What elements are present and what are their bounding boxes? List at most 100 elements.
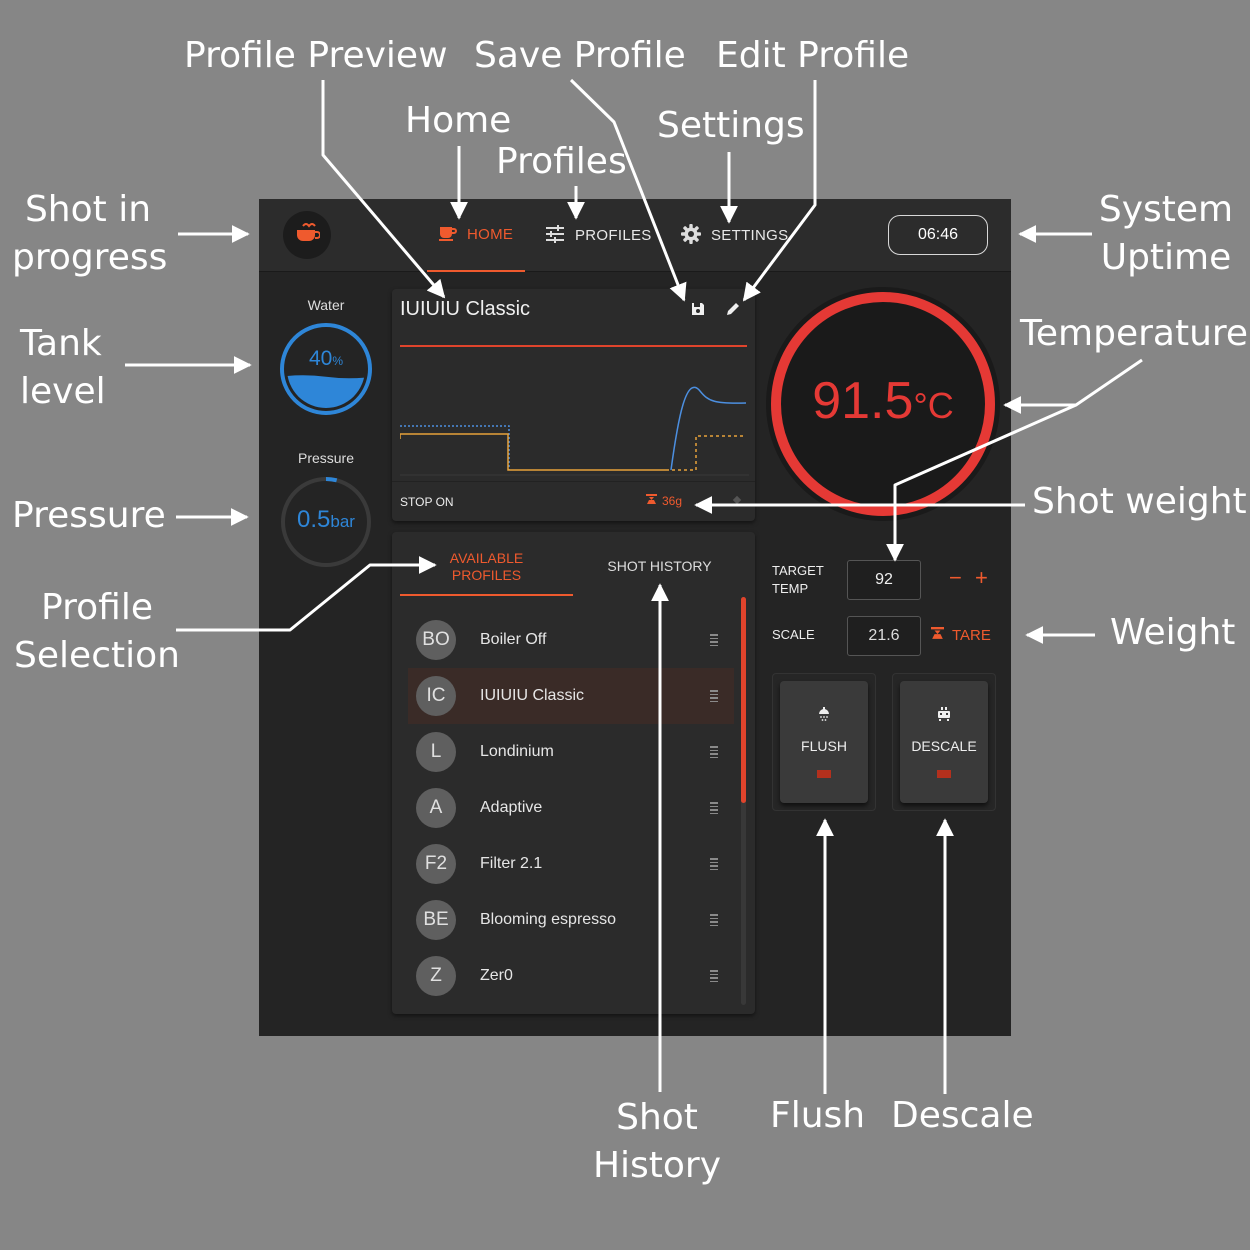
- water-gauge-label: Water: [307, 297, 345, 313]
- tab-settings[interactable]: SETTINGS: [681, 199, 788, 272]
- descale-button-label: DESCALE: [911, 738, 977, 754]
- arrow-temperature: [1003, 358, 1143, 414]
- flush-button-label: FLUSH: [801, 738, 847, 754]
- drag-handle-icon[interactable]: [710, 858, 718, 870]
- callout-profile-selection-line1: Profile: [41, 587, 153, 628]
- drag-handle-icon[interactable]: [710, 914, 718, 926]
- profile-list-item[interactable]: BE Blooming espresso: [408, 892, 734, 948]
- callout-shot-history-line2: History: [592, 1145, 722, 1186]
- pressure-dashed-line: [666, 435, 746, 471]
- profile-list-item[interactable]: A Adaptive: [408, 780, 734, 836]
- profile-preview-card: IUIUIU Classic STOP ON 36g: [392, 289, 755, 521]
- flush-panel: FLUSH: [772, 673, 876, 811]
- tab-shot-history[interactable]: SHOT HISTORY: [573, 558, 746, 574]
- stop-on-label: STOP ON: [400, 495, 454, 509]
- profile-list-item[interactable]: F2 Filter 2.1: [408, 836, 734, 892]
- callout-shot-in-progress-line2: progress: [12, 237, 168, 278]
- profile-list-item[interactable]: L Londinium: [408, 724, 734, 780]
- profile-list-item[interactable]: IC IUIUIU Classic: [408, 668, 734, 724]
- water-level-unit: %: [332, 354, 344, 368]
- active-tab-indicator: [400, 594, 573, 596]
- callout-edit-profile: Edit Profile: [716, 35, 910, 76]
- profile-avatar: L: [416, 732, 456, 772]
- descale-button[interactable]: DESCALE: [900, 681, 988, 803]
- profile-avatar: IC: [416, 676, 456, 716]
- pencil-icon: [725, 301, 741, 322]
- decrease-temp-button[interactable]: −: [949, 565, 962, 591]
- callout-settings: Settings: [657, 105, 805, 146]
- scale-weight-field: 21.6: [847, 616, 921, 656]
- profile-avatar: A: [416, 788, 456, 828]
- flow-target-line: [400, 425, 510, 470]
- drag-handle-icon[interactable]: [710, 802, 718, 814]
- profile-list-item[interactable]: Z Zer0: [408, 948, 734, 1004]
- profile-name: IUIUIU Classic: [480, 687, 585, 704]
- water-level-value: 40: [308, 347, 333, 370]
- drag-handle-icon[interactable]: [710, 690, 718, 702]
- drag-handle-icon[interactable]: [710, 634, 718, 646]
- target-temp-label: TARGET TEMP: [772, 563, 824, 596]
- profile-avatar: Z: [416, 956, 456, 996]
- flush-button[interactable]: FLUSH: [780, 681, 868, 803]
- profile-name: Filter 2.1: [480, 855, 543, 872]
- tab-home[interactable]: HOME: [427, 199, 526, 272]
- callout-system-uptime: System Uptime: [1098, 186, 1234, 282]
- save-profile-button[interactable]: [686, 299, 710, 323]
- increase-temp-button[interactable]: +: [975, 565, 988, 591]
- profile-avatar: F2: [416, 844, 456, 884]
- tab-profiles-label: PROFILES: [575, 227, 652, 244]
- callout-shot-history: Shot History: [592, 1094, 722, 1190]
- callout-shot-weight: Shot weight: [1032, 481, 1247, 522]
- profile-list-item[interactable]: BO Boiler Off: [408, 612, 734, 668]
- edit-profile-button[interactable]: [721, 299, 745, 323]
- callout-weight: Weight: [1110, 612, 1236, 653]
- shot-in-progress-indicator: [283, 211, 331, 259]
- gear-icon: [681, 223, 701, 248]
- tab-settings-label: SETTINGS: [711, 227, 789, 244]
- profile-name: Londinium: [480, 743, 554, 760]
- profile-name: Blooming espresso: [480, 911, 617, 928]
- system-uptime: 06:46: [888, 215, 988, 255]
- callout-pressure: Pressure: [12, 495, 166, 536]
- floppy-disk-icon: [691, 302, 705, 321]
- scale-icon: [931, 627, 944, 644]
- descale-icon: [937, 707, 951, 726]
- tab-profiles[interactable]: PROFILES: [545, 199, 652, 272]
- drag-handle-icon[interactable]: [710, 746, 718, 758]
- target-temp-input[interactable]: 92: [847, 560, 921, 600]
- profile-list-scrollbar-thumb[interactable]: [741, 597, 746, 803]
- callout-shot-in-progress: Shot in progress: [12, 186, 168, 282]
- temperature-readout: 91.5°C: [764, 371, 1002, 431]
- profile-preview-chart: [400, 386, 749, 476]
- drag-handle-icon[interactable]: [710, 970, 718, 982]
- callout-tank-level: Tank level: [20, 320, 112, 416]
- tare-button-label: TARE: [952, 627, 991, 644]
- flush-status-led: [817, 770, 831, 778]
- profile-selection-card: AVAILABLE PROFILES SHOT HISTORY BO Boiler…: [392, 532, 755, 1014]
- coffee-cup-icon: [439, 225, 457, 245]
- profile-avatar: BE: [416, 900, 456, 940]
- callout-profiles: Profiles: [496, 141, 627, 182]
- profile-name: Boiler Off: [480, 631, 547, 648]
- callout-temperature: Temperature: [1020, 313, 1249, 354]
- top-bar: HOME PROFILES SETTINGS 06:46: [259, 199, 1011, 272]
- tab-available-profiles-label: AVAILABLE PROFILES: [449, 550, 524, 583]
- coffee-cup-icon: [294, 222, 321, 249]
- tab-available-profiles[interactable]: AVAILABLE PROFILES: [400, 550, 573, 584]
- profile-preview-title: IUIUIU Classic: [400, 298, 531, 320]
- profile-name: Adaptive: [480, 799, 543, 816]
- tab-shot-history-label: SHOT HISTORY: [607, 558, 712, 574]
- callout-profile-selection: Profile Selection: [12, 584, 182, 680]
- target-diamond-icon: [732, 495, 742, 505]
- gaggiuino-app: HOME PROFILES SETTINGS 06:46 Water 40% P…: [259, 199, 1011, 1036]
- temperature-value: 91.5: [812, 372, 914, 430]
- callout-profile-preview: Profile Preview: [184, 35, 448, 76]
- callout-profile-selection-line2: Selection: [14, 635, 180, 676]
- callout-descale: Descale: [891, 1095, 1034, 1136]
- flow-curve-line: [670, 386, 747, 471]
- callout-shot-in-progress-line1: Shot in: [24, 189, 152, 230]
- tare-button[interactable]: TARE: [931, 627, 991, 644]
- stop-on-weight: 36g: [646, 494, 682, 508]
- callout-tank-level-line1: Tank: [20, 323, 102, 364]
- profile-name: Zer0: [480, 967, 513, 984]
